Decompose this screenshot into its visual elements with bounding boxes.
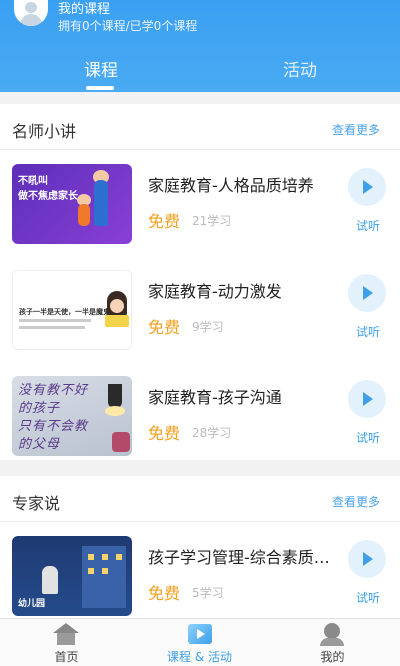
chair-icon — [112, 432, 130, 452]
try-listen-label[interactable]: 试听 — [356, 589, 380, 606]
home-icon — [53, 623, 79, 645]
learner-count: 28学习 — [192, 426, 232, 440]
window — [88, 568, 94, 574]
tab-activity[interactable]: 活动 — [283, 56, 317, 81]
section-famous-teachers: 名师小讲 查看更多 不吼叫 做不焦虑家长 家庭教育-人格品质培养 免费 21学习… — [0, 104, 400, 460]
avatar-body — [20, 14, 42, 26]
course-price: 免费 — [148, 424, 181, 443]
window — [102, 568, 108, 574]
course-title[interactable]: 孩子学习管理-综合素质… — [148, 544, 330, 568]
bottom-nav: 首页 课程 & 活动 我的 — [0, 618, 400, 666]
window — [116, 554, 122, 560]
course-thumbnail[interactable]: 幼儿园 — [12, 536, 132, 616]
thumbnail-line — [19, 326, 85, 329]
nav-mine[interactable]: 我的 — [266, 619, 399, 666]
course-price: 免费 — [148, 584, 181, 603]
avatar-head — [25, 2, 37, 13]
thumbnail-text: 孩子一半是天使，一半是魔鬼 — [19, 308, 110, 316]
course-icon — [186, 623, 212, 645]
girl-face — [110, 299, 124, 313]
course-stats: 拥有0个课程/已学0个课程 — [58, 19, 198, 33]
thumbnail-line — [19, 319, 91, 322]
try-listen-label[interactable]: 试听 — [356, 323, 380, 340]
course-thumbnail[interactable]: 孩子一半是天使，一半是魔鬼 — [12, 270, 132, 350]
nav-label: 课程 & 活动 — [167, 650, 232, 664]
course-title[interactable]: 家庭教育-孩子沟通 — [148, 384, 282, 408]
section-title: 专家说 — [12, 494, 61, 513]
course-title[interactable]: 家庭教育-人格品质培养 — [148, 172, 314, 196]
course-item[interactable]: 不吼叫 做不焦虑家长 家庭教育-人格品质培养 免费 21学习 试听 — [0, 150, 400, 256]
window — [88, 554, 94, 560]
course-item[interactable]: 没有教不好 的孩子 只有不会教 的父母 家庭教育-孩子沟通 免费 28学习 试听 — [0, 362, 400, 468]
book-icon — [105, 315, 129, 327]
section-header: 名师小讲 查看更多 — [0, 104, 400, 150]
nav-course-activity[interactable]: 课程 & 活动 — [133, 619, 266, 666]
avatar[interactable] — [14, 0, 48, 26]
section-experts-say: 专家说 查看更多 幼儿园 孩子学习管理-综合素质… 免费 5学习 试听 — [0, 476, 400, 626]
nav-label: 首页 — [54, 650, 79, 664]
window — [102, 554, 108, 560]
learner-count: 9学习 — [192, 320, 224, 334]
course-item[interactable]: 幼儿园 孩子学习管理-综合素质… 免费 5学习 试听 — [0, 522, 400, 628]
thumbnail-text: 不吼叫 做不焦虑家长 — [18, 176, 78, 202]
view-more-link[interactable]: 查看更多 — [332, 121, 380, 138]
active-tab-indicator — [86, 86, 114, 90]
lamp-glow — [105, 406, 125, 416]
play-icon[interactable] — [348, 540, 386, 578]
page-title: 我的课程 — [58, 2, 111, 17]
learner-count: 21学习 — [192, 214, 232, 228]
view-more-link[interactable]: 查看更多 — [332, 493, 380, 510]
course-title[interactable]: 家庭教育-动力激发 — [148, 278, 282, 302]
try-listen-label[interactable]: 试听 — [356, 217, 380, 234]
nav-label: 我的 — [320, 650, 345, 664]
play-icon[interactable] — [348, 380, 386, 418]
adult-figure — [94, 180, 108, 226]
play-icon[interactable] — [348, 168, 386, 206]
course-price: 免费 — [148, 318, 181, 337]
header: 我的课程 拥有0个课程/已学0个课程 课程 活动 — [0, 0, 400, 92]
tab-course[interactable]: 课程 — [84, 56, 118, 81]
section-title: 名师小讲 — [12, 122, 77, 141]
person-figure — [42, 566, 58, 594]
course-item[interactable]: 孩子一半是天使，一半是魔鬼 家庭教育-动力激发 免费 9学习 试听 — [0, 256, 400, 362]
play-icon[interactable] — [348, 274, 386, 312]
user-icon — [319, 623, 345, 646]
course-price: 免费 — [148, 212, 181, 231]
learner-count: 5学习 — [192, 586, 224, 600]
try-listen-label[interactable]: 试听 — [356, 429, 380, 446]
thumbnail-text: 没有教不好 的孩子 只有不会教 的父母 — [18, 383, 89, 452]
nav-home[interactable]: 首页 — [0, 619, 133, 666]
section-header: 专家说 查看更多 — [0, 476, 400, 522]
course-thumbnail[interactable]: 没有教不好 的孩子 只有不会教 的父母 — [12, 376, 132, 456]
course-thumbnail[interactable]: 不吼叫 做不焦虑家长 — [12, 164, 132, 244]
lamp-icon — [108, 384, 122, 408]
thumbnail-text: 幼儿园 — [18, 599, 46, 609]
child-figure — [78, 204, 90, 226]
